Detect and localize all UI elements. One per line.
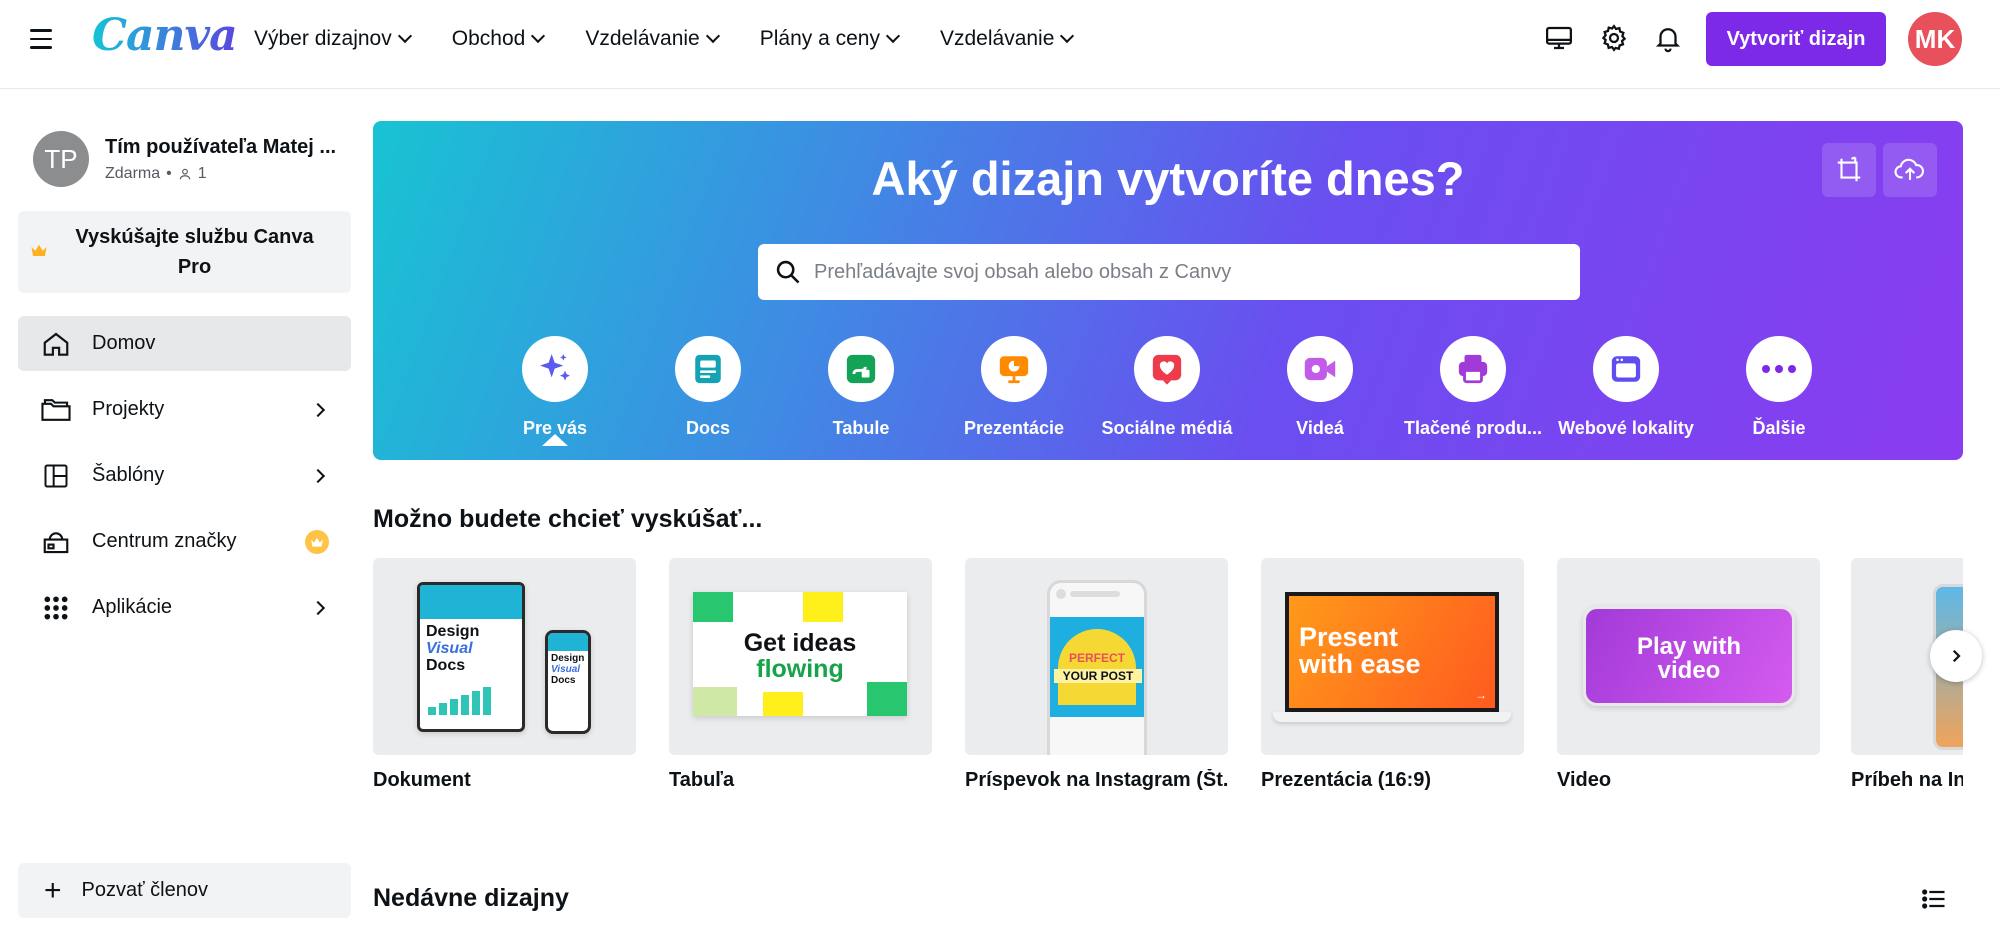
try-canva-pro-button[interactable]: Vyskúšajte službu Canva Pro: [18, 211, 351, 293]
suggestion-card-presentation[interactable]: Present with ease → Prezentácia (16:9): [1261, 558, 1524, 792]
team-avatar: TP: [33, 131, 89, 187]
presentation-thumbnail: Present with ease →: [1261, 558, 1524, 755]
presentation-icon: [999, 356, 1029, 384]
nav-design-spotlight[interactable]: Výber dizajnov: [254, 27, 412, 51]
create-design-button[interactable]: Vytvoriť dizajn: [1706, 12, 1886, 66]
suggestion-card-instagram-post[interactable]: PERFECT YOUR POST Príspevok na Instagram…: [965, 558, 1228, 792]
whiteboard-icon: [846, 354, 876, 384]
sparkle-icon: [540, 354, 570, 381]
plus-icon: +: [44, 873, 62, 907]
monitor-icon[interactable]: [1541, 20, 1577, 56]
search-bar[interactable]: [758, 244, 1580, 300]
canva-logo[interactable]: Canva: [92, 10, 238, 61]
category-videos[interactable]: Videá: [1240, 336, 1400, 439]
try-pro-label: Vyskúšajte službu Canva Pro: [75, 226, 314, 278]
sidebar-item-templates[interactable]: Šablóny: [18, 448, 351, 503]
category-for-you[interactable]: Pre vás: [475, 336, 635, 439]
hero-title: Aký dizajn vytvoríte dnes?: [871, 152, 1465, 205]
chevron-down-icon: [531, 28, 546, 44]
category-social-media[interactable]: Sociálne médiá: [1087, 336, 1247, 439]
team-name: Tím používateľa Matej ...: [105, 135, 337, 158]
menu-icon[interactable]: [30, 24, 60, 54]
category-more[interactable]: Ďalšie: [1699, 336, 1859, 439]
suggestion-card-document[interactable]: Design Visual Docs Design Visual Docs Doku…: [373, 558, 636, 792]
category-whiteboards[interactable]: Tabule: [781, 336, 941, 439]
folder-icon: [38, 392, 74, 428]
category-websites[interactable]: Webové lokality: [1546, 336, 1706, 439]
chevron-down-icon: [885, 28, 901, 44]
nav-education[interactable]: Vzdelávanie: [585, 27, 720, 51]
instagram-post-thumbnail: PERFECT YOUR POST: [965, 558, 1228, 755]
video-icon: [1304, 357, 1336, 381]
crown-icon: [30, 242, 48, 263]
invite-members-button[interactable]: + Pozvať členov: [18, 863, 351, 918]
recent-designs-title: Nedávne dizajny: [373, 884, 569, 912]
category-presentations[interactable]: Prezentácie: [934, 336, 1094, 439]
sidebar-item-brand-hub[interactable]: Centrum značky: [18, 514, 351, 569]
category-docs[interactable]: Docs: [628, 336, 788, 439]
category-print-products[interactable]: Tlačené produ...: [1393, 336, 1553, 439]
main-nav: Výber dizajnov Obchod Vzdelávanie Plány …: [254, 0, 1114, 78]
chevron-right-icon: [1952, 649, 1961, 663]
crown-badge-icon: [305, 529, 329, 554]
team-switcher[interactable]: TP Tím používateľa Matej ... Zdarma • 1: [33, 131, 336, 187]
sidebar-item-projects[interactable]: Projekty: [18, 382, 351, 437]
top-bar: Canva Výber dizajnov Obchod Vzdelávanie …: [0, 0, 2000, 89]
team-plan: Zdarma: [105, 164, 161, 182]
bell-icon[interactable]: [1650, 20, 1686, 56]
nav-plans-pricing[interactable]: Plány a ceny: [760, 27, 901, 51]
suggestion-card-video[interactable]: Play with video Video: [1557, 558, 1820, 792]
chevron-down-icon: [705, 28, 720, 44]
printer-icon: [1458, 354, 1488, 384]
chevron-down-icon: [397, 28, 412, 44]
suggestion-card-whiteboard[interactable]: Get ideas flowing Tabuľa: [669, 558, 932, 792]
more-icon: [1762, 365, 1796, 373]
chevron-right-icon: [310, 600, 326, 615]
carousel-next-button[interactable]: [1930, 630, 1982, 682]
whiteboard-thumbnail: Get ideas flowing: [669, 558, 932, 755]
selected-category-pointer: [542, 434, 568, 446]
chevron-down-icon: [1060, 28, 1075, 44]
heart-icon: [1152, 354, 1182, 385]
document-thumbnail: Design Visual Docs Design Visual Docs: [373, 558, 636, 755]
hero-banner: Aký dizajn vytvoríte dnes? Pre vás Docs …: [373, 121, 1963, 460]
suggestions-title: Možno budete chcieť vyskúšať...: [373, 505, 763, 533]
sidebar: TP Tím používateľa Matej ... Zdarma • 1 …: [0, 89, 360, 925]
video-thumbnail: Play with video: [1557, 558, 1820, 755]
sidebar-item-apps[interactable]: Aplikácie: [18, 580, 351, 635]
custom-size-icon[interactable]: [1822, 143, 1876, 197]
gear-icon[interactable]: [1596, 20, 1632, 56]
sidebar-item-home[interactable]: Domov: [18, 316, 351, 371]
user-avatar[interactable]: MK: [1908, 12, 1962, 66]
search-input[interactable]: [814, 260, 1580, 284]
docs-icon: [695, 354, 721, 384]
chevron-right-icon: [310, 402, 326, 417]
nav-business[interactable]: Obchod: [452, 27, 546, 51]
website-icon: [1611, 356, 1641, 382]
category-shortcuts: Pre vás Docs Tabule Prezentácie Sociálne…: [373, 336, 1963, 446]
template-icon: [38, 458, 74, 494]
home-icon: [38, 326, 74, 362]
nav-learn[interactable]: Vzdelávanie: [940, 27, 1075, 51]
search-icon: [772, 256, 804, 288]
person-icon: [179, 168, 190, 179]
apps-grid-icon: [38, 590, 74, 626]
team-members-count: 1: [197, 164, 207, 182]
upload-cloud-icon[interactable]: [1883, 143, 1937, 197]
chevron-right-icon: [310, 468, 326, 483]
list-view-icon[interactable]: [1920, 885, 1950, 915]
team-meta: Zdarma • 1: [105, 164, 207, 182]
brand-icon: [38, 524, 74, 560]
